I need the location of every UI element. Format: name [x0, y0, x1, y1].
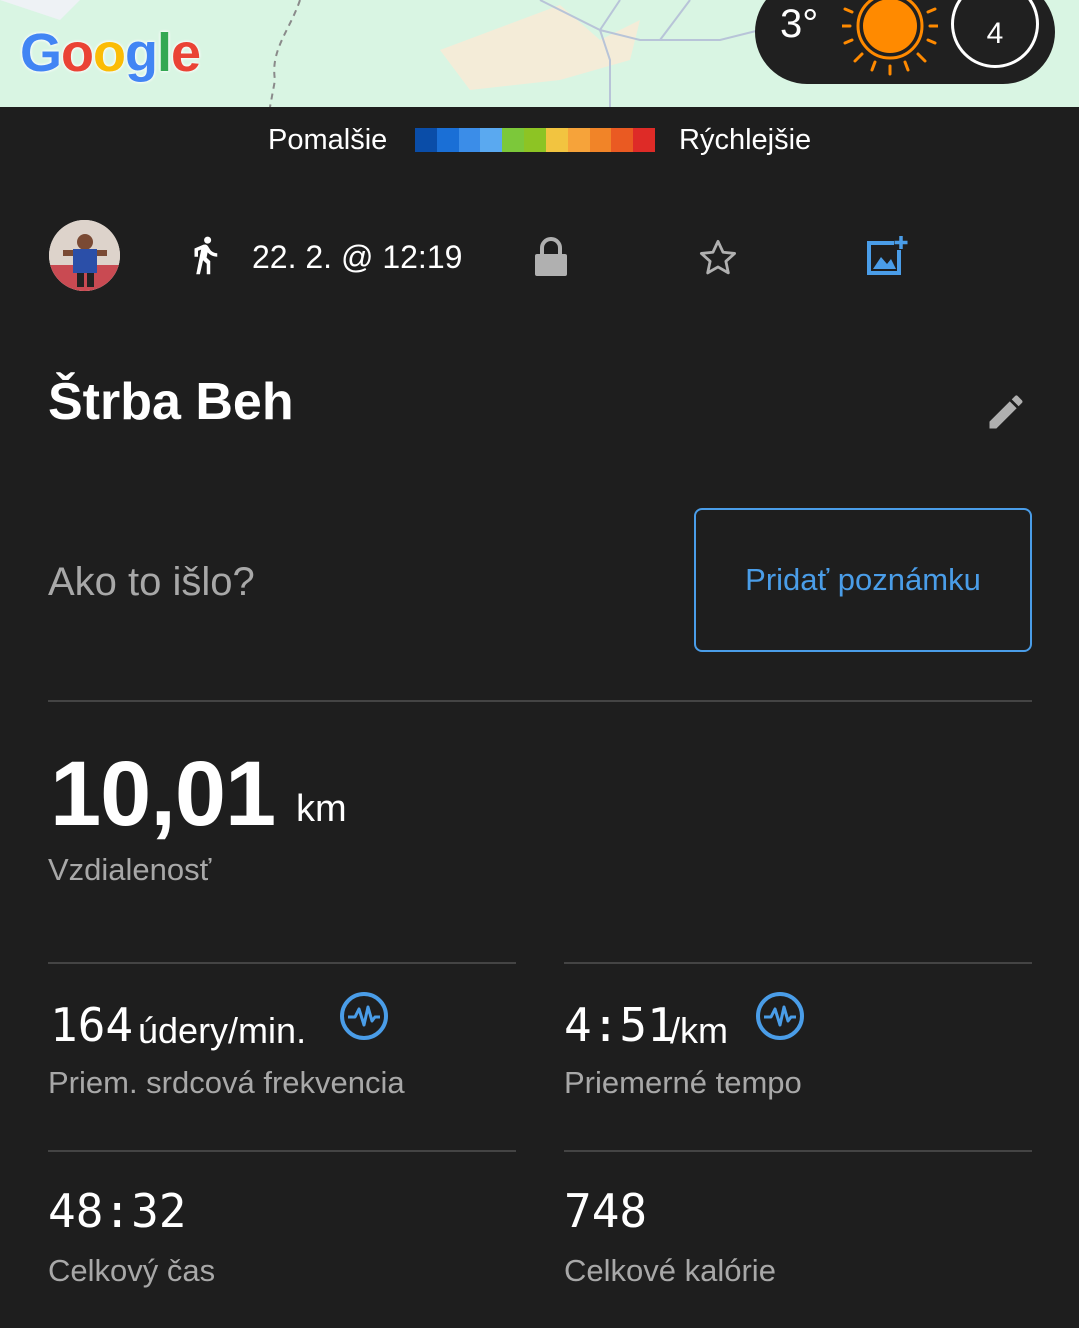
pace-legend: Pomalšie Rýchlejšie: [0, 120, 1079, 160]
distance-value: 10,01: [50, 743, 276, 845]
running-icon: [194, 236, 218, 275]
heart-rate-chart-icon[interactable]: [338, 990, 390, 1042]
pace-unit: /km: [670, 1010, 728, 1051]
calories-value: 748: [564, 1184, 648, 1238]
legend-color-segment: [415, 128, 437, 152]
divider: [564, 962, 1032, 964]
distance-label: Vzdialenosť: [48, 852, 212, 887]
legend-color-segment: [436, 128, 459, 152]
map-preview[interactable]: Google 3° 4: [0, 0, 1079, 107]
legend-color-segment: [502, 128, 525, 152]
pace-label: Priemerné tempo: [564, 1065, 802, 1100]
lock-icon[interactable]: [533, 236, 569, 278]
legend-color-segment: [545, 128, 568, 152]
note-prompt: Ako to išlo?: [48, 560, 255, 604]
legend-color-segment: [480, 128, 503, 152]
divider: [48, 700, 1032, 702]
legend-fast-label: Rýchlejšie: [679, 124, 812, 156]
add-photo-icon[interactable]: [866, 233, 910, 277]
divider: [48, 1150, 516, 1152]
legend-color-segment: [633, 128, 655, 152]
legend-color-segment: [524, 128, 546, 152]
total-time-value: 48:32: [48, 1184, 187, 1238]
divider: [564, 1150, 1032, 1152]
divider: [48, 962, 516, 964]
add-note-button[interactable]: Pridať poznámku: [694, 508, 1032, 652]
legend-color-segment: [567, 128, 590, 152]
heart-rate-label: Priem. srdcová frekvencia: [48, 1065, 405, 1100]
legend-slow-label: Pomalšie: [268, 124, 388, 156]
distance-unit: km: [296, 788, 347, 830]
activity-date: 22. 2. @ 12:19: [252, 239, 463, 275]
activity-title: Štrba Beh: [48, 373, 294, 431]
star-icon[interactable]: [697, 237, 739, 279]
legend-color-segment: [589, 128, 612, 152]
calories-label: Celkové kalórie: [564, 1253, 776, 1288]
heart-rate-unit: údery/min.: [138, 1010, 307, 1051]
pace-value: 4:51: [564, 998, 675, 1052]
google-logo: Google: [20, 23, 201, 83]
pace-chart-icon[interactable]: [754, 990, 806, 1042]
weather-temperature: 3°: [780, 2, 819, 46]
legend-color-segment: [611, 128, 634, 152]
edit-pencil-icon[interactable]: [984, 390, 1028, 434]
legend-color-bar: [415, 128, 655, 152]
heart-rate-value: 164: [50, 998, 134, 1052]
avatar[interactable]: [49, 220, 120, 291]
legend-color-segment: [458, 128, 481, 152]
total-time-label: Celkový čas: [48, 1253, 216, 1288]
sun-icon: [842, 0, 938, 76]
